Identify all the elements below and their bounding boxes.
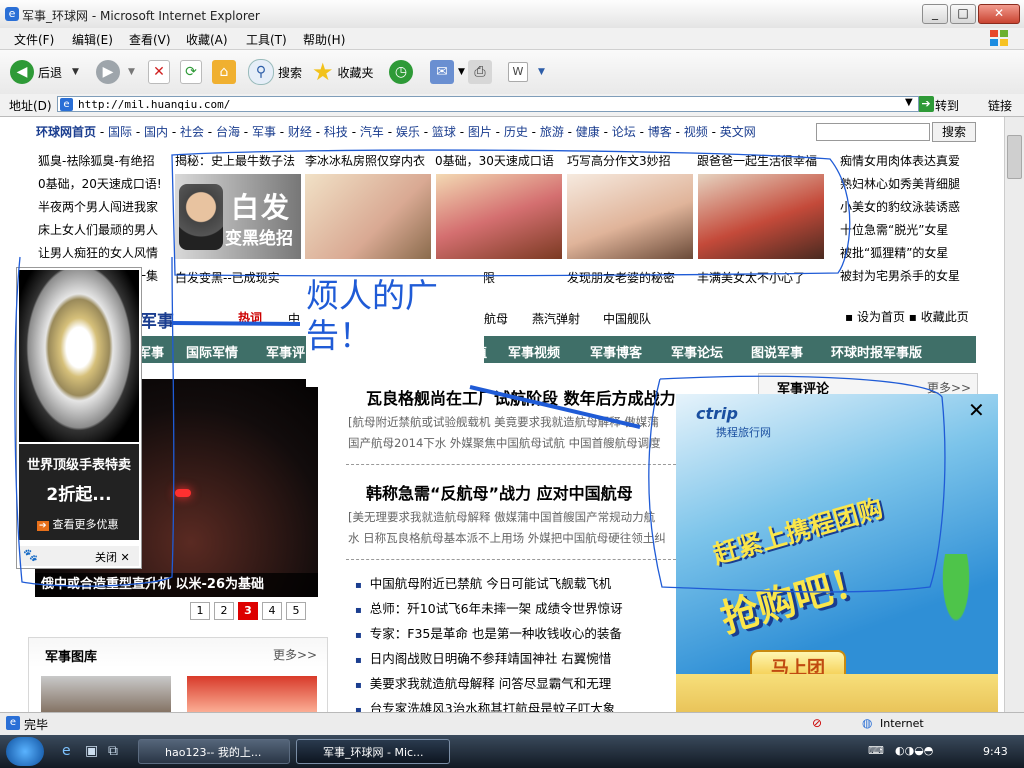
taskbar-item-huanqiu[interactable]: 军事_环球网 - Mic... [296, 739, 450, 764]
stop-icon: ✕ [148, 60, 170, 84]
quicklaunch-desktop-icon[interactable]: ▣ [85, 743, 98, 759]
home-button[interactable]: ⌂ [212, 58, 236, 86]
history-icon: ◷ [389, 60, 413, 84]
chevron-down-icon: ▼ [458, 67, 465, 77]
status-bar: e 完毕 ⊘ ◍ Internet [0, 712, 1024, 735]
status-text: 完毕 [24, 718, 49, 732]
menu-bar: 文件(F) 编辑(E) 查看(V) 收藏(A) 工具(T) 帮助(H) [0, 28, 1024, 49]
mail-icon: ✉ [430, 60, 454, 84]
close-window-button[interactable]: ✕ [978, 4, 1020, 24]
go-button-label[interactable]: 转到 [935, 97, 959, 114]
forward-arrow-icon: ▶ [96, 60, 120, 84]
menu-help[interactable]: 帮助(H) [303, 31, 345, 48]
search-button[interactable]: ⚲ 搜索 [248, 58, 302, 86]
annotation-scribbles [14, 149, 946, 593]
url-input[interactable]: http://mil.huanqiu.com/ [57, 96, 919, 112]
history-button[interactable]: ◷ [389, 58, 413, 86]
quicklaunch-ie-icon[interactable]: e [62, 743, 71, 759]
refresh-icon: ⟳ [180, 60, 202, 84]
tray-icons[interactable]: ◐◑◒◓ [895, 744, 933, 757]
windows-flag-icon [990, 30, 1008, 46]
url-dropdown-icon[interactable]: ▼ [905, 97, 913, 108]
annotation-circle-ads [171, 149, 851, 277]
chevron-down-icon: ▼ [128, 67, 135, 77]
quicklaunch-switch-icon[interactable]: ⧉ [108, 743, 118, 759]
printer-icon: ⎙ [468, 60, 492, 84]
page-favicon-icon: e [60, 98, 73, 111]
toolbar-more-button[interactable]: ▼ [538, 58, 545, 86]
security-zone: Internet [880, 717, 924, 730]
title-bar: e 军事_环球网 - Microsoft Internet Explorer _… [0, 0, 1024, 29]
mail-button[interactable]: ✉ ▼ [430, 58, 465, 86]
go-arrow-icon[interactable]: ➔ [918, 96, 934, 112]
back-arrow-icon: ◀ [10, 60, 34, 84]
taskbar-item-hao123[interactable]: hao123-- 我的上... [138, 739, 290, 764]
address-label: 地址(D) [9, 99, 52, 113]
search-icon: ⚲ [248, 59, 274, 85]
forward-button[interactable]: ▶ ▼ [96, 58, 135, 86]
popup-blocked-icon[interactable]: ⊘ [812, 716, 822, 730]
edit-button[interactable]: W [508, 58, 528, 86]
chevron-down-icon: ▼ [538, 67, 545, 77]
minimize-button[interactable]: _ [922, 4, 948, 24]
annotation-arrow-left [171, 321, 301, 326]
web-page: 环球网首页 - 国际 - 国内 - 社会 - 台海 - 军事 - 财经 - 科技… [0, 117, 1004, 712]
vertical-scrollbar[interactable] [1004, 117, 1024, 712]
ie-app-icon: e [5, 7, 19, 21]
window-title: 军事_环球网 - Microsoft Internet Explorer [22, 9, 260, 23]
menu-tools[interactable]: 工具(T) [246, 31, 287, 48]
star-icon: ★ [312, 58, 334, 86]
menu-favorites[interactable]: 收藏(A) [186, 31, 228, 48]
menu-file[interactable]: 文件(F) [14, 31, 54, 48]
refresh-button[interactable]: ⟳ [180, 58, 202, 86]
chevron-down-icon: ▼ [72, 67, 79, 77]
scrollbar-thumb[interactable] [1007, 135, 1022, 179]
edit-document-icon: W [508, 62, 528, 82]
start-button[interactable] [6, 737, 44, 766]
favorites-button[interactable]: ★ 收藏夹 [312, 58, 374, 86]
print-button[interactable]: ⎙ [468, 58, 492, 86]
toolbar: ◀ 后退 ▼ ▶ ▼ ✕ ⟳ ⌂ ⚲ 搜索 ★ 收藏夹 ◷ ✉ ▼ ⎙ W ▼ [0, 49, 1024, 95]
maximize-button[interactable]: □ [950, 4, 976, 24]
links-button[interactable]: 链接 [988, 97, 1012, 114]
home-icon: ⌂ [212, 60, 236, 84]
globe-icon: ◍ [862, 716, 873, 730]
language-icon[interactable]: ⌨ [868, 744, 884, 757]
menu-edit[interactable]: 编辑(E) [72, 31, 113, 48]
back-button[interactable]: ◀ 后退 ▼ [10, 58, 79, 86]
page-done-icon: e [6, 716, 20, 730]
stop-button[interactable]: ✕ [148, 58, 170, 86]
taskbar: e ▣ ⧉ hao123-- 我的上... 军事_环球网 - Mic... ⌨ … [0, 735, 1024, 768]
annotation-circle-watch [14, 256, 175, 587]
annotation-arrow-right [469, 385, 641, 429]
annotation-circle-ctrip [648, 375, 946, 593]
clock[interactable]: 9:43 [983, 745, 1008, 758]
menu-view[interactable]: 查看(V) [129, 31, 171, 48]
